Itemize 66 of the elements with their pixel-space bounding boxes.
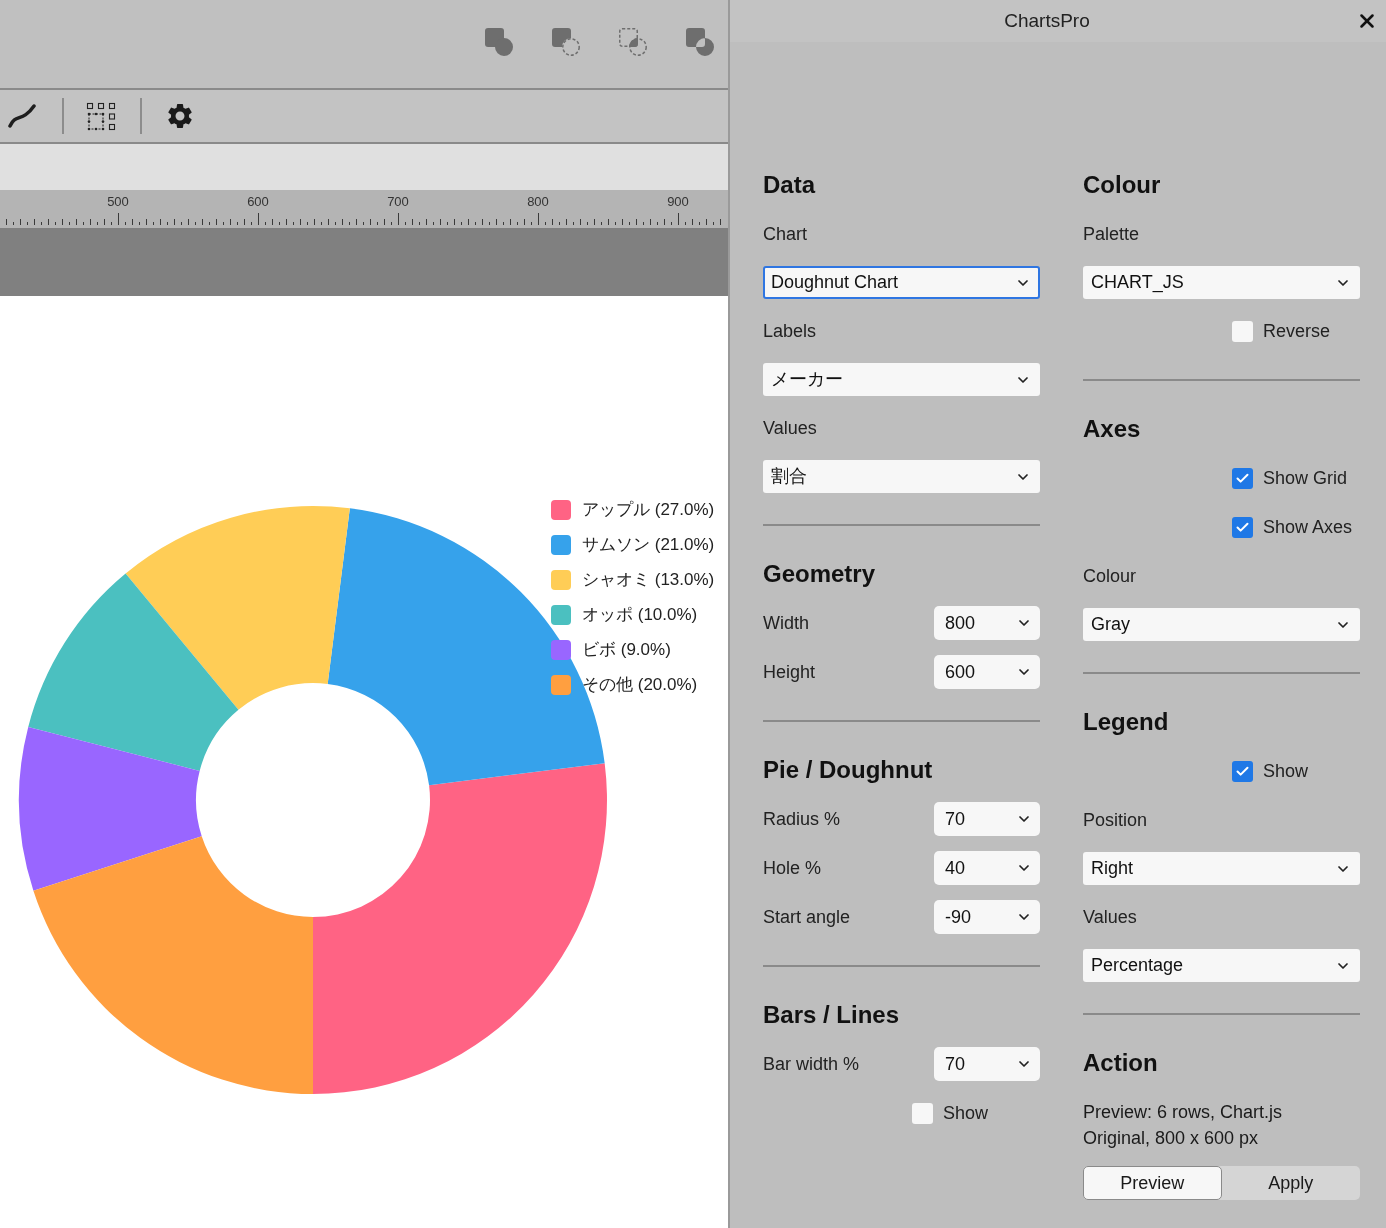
dropdown[interactable]: メーカー (763, 363, 1040, 396)
legend-label: サムソン (21.0%) (582, 533, 715, 556)
section-heading: Geometry (763, 559, 877, 589)
legend-label: オッポ (10.0%) (582, 603, 698, 626)
field-label: Chart (763, 222, 807, 246)
dropdown[interactable]: 割合 (763, 460, 1040, 493)
checkbox[interactable] (912, 1102, 933, 1124)
ruler-label: 800 (526, 193, 550, 210)
settings-icon[interactable] (165, 101, 195, 131)
shape-exclude-icon[interactable] (685, 27, 715, 57)
section-heading: Pie / Doughnut (763, 755, 934, 785)
field-label: Colour (1083, 564, 1137, 588)
field-label: Values (763, 416, 817, 440)
section-heading: Axes (1083, 414, 1142, 444)
dropdown[interactable]: 600 (934, 655, 1040, 689)
shape-union-icon[interactable] (484, 27, 514, 57)
ruler-label: 600 (246, 193, 270, 210)
checkbox-label: Show Grid (1263, 466, 1348, 490)
dropdown[interactable]: Gray (1083, 608, 1360, 641)
dropdown[interactable]: 40 (934, 851, 1040, 885)
legend-label: アップル (27.0%) (582, 498, 715, 521)
window-title: ChartsPro (1004, 8, 1090, 33)
shape-intersect-icon[interactable] (618, 27, 648, 57)
dropdown[interactable]: -90 (934, 900, 1040, 934)
dropdown[interactable]: 70 (934, 1047, 1040, 1081)
checkbox[interactable] (1232, 467, 1253, 489)
legend-label: その他 (20.0%) (582, 673, 698, 696)
field-label: Values (1083, 905, 1137, 929)
field-label: Width (763, 611, 809, 635)
dropdown[interactable]: Right (1083, 852, 1360, 885)
dropdown[interactable]: 800 (934, 606, 1040, 640)
ruler-label: 700 (386, 193, 410, 210)
checkbox-label: Show (1263, 759, 1309, 783)
field-label: Start angle (763, 905, 851, 929)
legend-label: ビボ (9.0%) (582, 638, 671, 661)
shape-subtract-icon[interactable] (551, 27, 581, 57)
field-label: Height (763, 660, 816, 684)
legend-label: シャオミ (13.0%) (582, 568, 715, 591)
curve-icon[interactable] (8, 104, 36, 128)
field-label: Labels (763, 319, 817, 343)
checkbox-label: Reverse (1263, 319, 1331, 343)
dropdown[interactable]: 70 (934, 802, 1040, 836)
preview-button[interactable]: Preview (1083, 1166, 1222, 1200)
grid-select-icon[interactable] (86, 101, 116, 131)
field-label: Bar width % (763, 1052, 860, 1076)
field-label: Hole % (763, 856, 822, 880)
field-label: Position (1083, 808, 1148, 832)
dropdown[interactable]: CHART_JS (1083, 266, 1360, 299)
field-label: Radius % (763, 807, 841, 831)
section-heading: Colour (1083, 170, 1162, 200)
section-heading: Data (763, 170, 817, 200)
checkbox-label: Show (943, 1101, 989, 1125)
apply-button[interactable]: Apply (1221, 1166, 1360, 1200)
section-heading: Legend (1083, 707, 1170, 737)
field-label: Palette (1083, 222, 1140, 246)
checkbox[interactable] (1232, 516, 1253, 538)
checkbox-label: Show Axes (1263, 515, 1353, 539)
status-text: Preview: 6 rows, Chart.js Original, 800 x 600 px (1083, 1101, 1284, 1150)
dropdown[interactable]: Percentage (1083, 949, 1360, 982)
section-heading: Action (1083, 1048, 1159, 1078)
ruler-label: 500 (106, 193, 130, 210)
checkbox[interactable] (1232, 760, 1253, 782)
ruler-label: 900 (666, 193, 690, 210)
dropdown[interactable]: Doughnut Chart (763, 266, 1040, 299)
checkbox[interactable] (1232, 320, 1253, 342)
section-heading: Bars / Lines (763, 1000, 901, 1030)
